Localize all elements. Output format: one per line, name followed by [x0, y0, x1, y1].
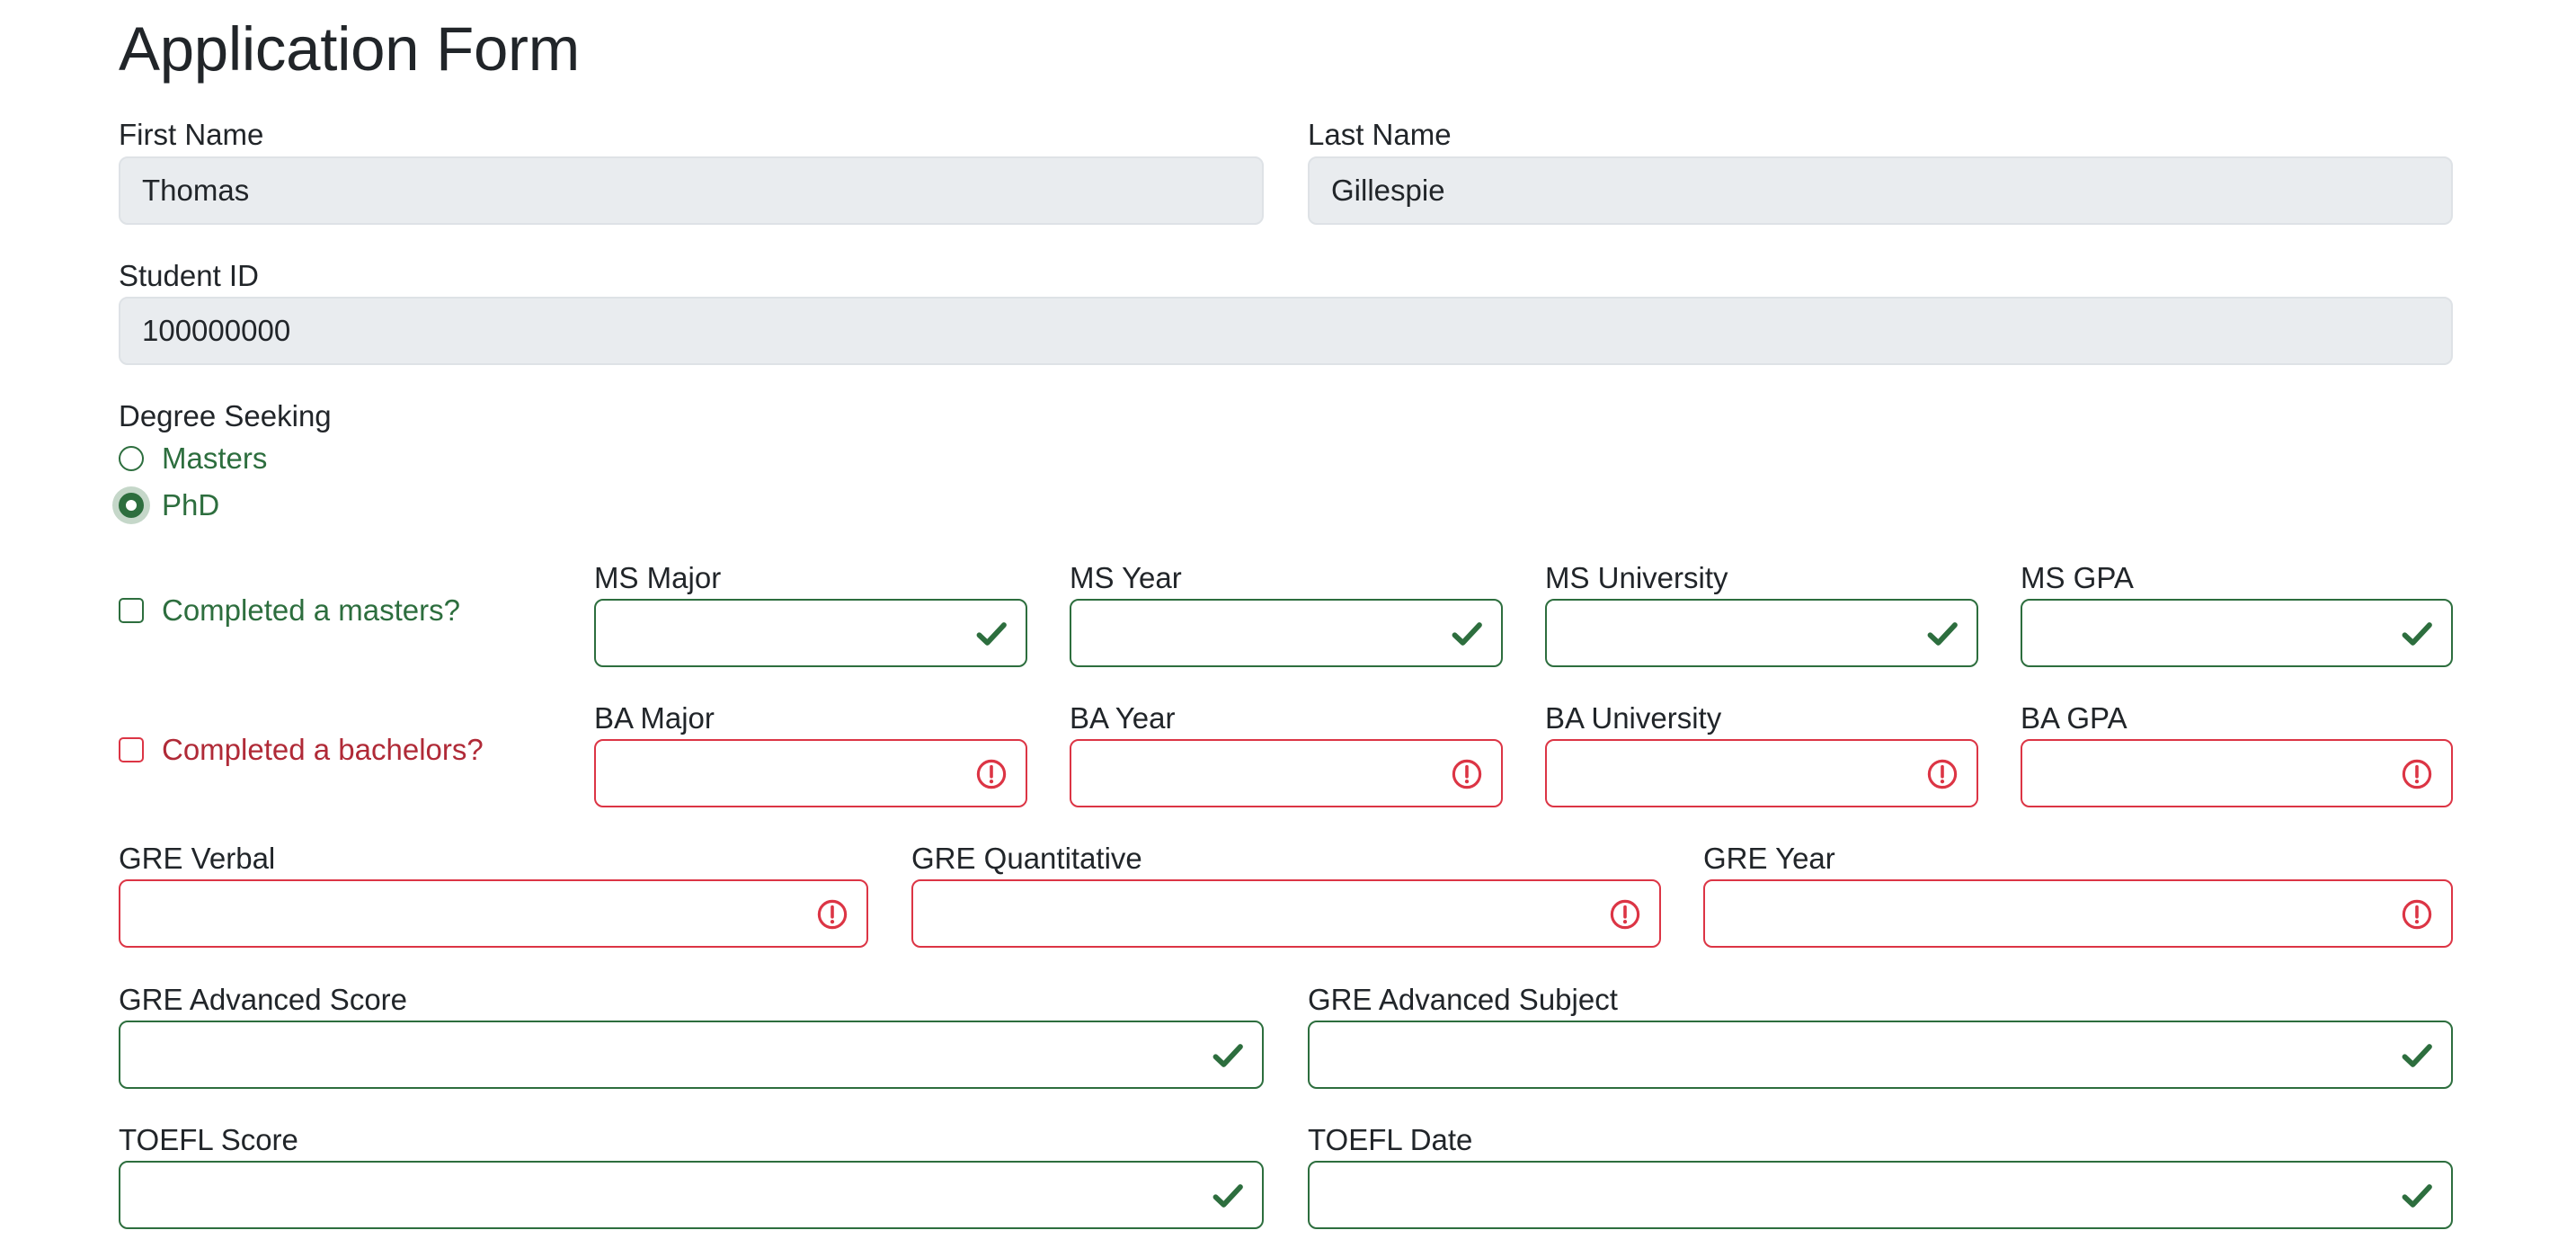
gre-year-label: GRE Year [1703, 842, 1835, 875]
exclamation-circle-icon [1926, 758, 1959, 790]
toefl-date-label: TOEFL Date [1308, 1123, 1473, 1156]
ba-university-input[interactable] [1545, 739, 1978, 807]
gre-quantitative-input[interactable] [911, 879, 1661, 948]
student-id-label: Student ID [119, 259, 259, 292]
gre-advanced-subject-label: GRE Advanced Subject [1308, 983, 1618, 1016]
page-title: Application Form [119, 14, 580, 84]
first-name-label: First Name [119, 118, 264, 151]
toefl-score-input[interactable] [119, 1161, 1264, 1229]
exclamation-circle-icon [2401, 758, 2433, 790]
check-icon [975, 618, 1008, 650]
ba-year-label: BA Year [1070, 701, 1176, 735]
exclamation-circle-icon [975, 758, 1008, 790]
masters-radio[interactable] [119, 446, 144, 471]
gre-advanced-score-label: GRE Advanced Score [119, 983, 408, 1016]
exclamation-circle-icon [1451, 758, 1483, 790]
ba-major-input[interactable] [594, 739, 1027, 807]
ms-gpa-label: MS GPA [2021, 561, 2134, 594]
exclamation-circle-icon [1609, 898, 1641, 931]
gre-advanced-score-input[interactable] [119, 1021, 1264, 1089]
check-icon [1451, 618, 1483, 650]
toefl-date-input[interactable] [1308, 1161, 2453, 1229]
check-icon [2401, 1039, 2433, 1072]
phd-radio-label: PhD [162, 488, 220, 522]
ms-major-input[interactable] [594, 599, 1027, 667]
gre-quantitative-label: GRE Quantitative [911, 842, 1142, 875]
last-name-field[interactable]: Gillespie [1308, 156, 2453, 225]
completed-bachelors-checkbox[interactable] [119, 737, 144, 762]
toefl-score-label: TOEFL Score [119, 1123, 298, 1156]
masters-radio-label: Masters [162, 441, 268, 475]
completed-bachelors-label: Completed a bachelors? [162, 733, 484, 766]
check-icon [1926, 618, 1959, 650]
check-icon [1212, 1039, 1244, 1072]
gre-verbal-label: GRE Verbal [119, 842, 276, 875]
ms-year-label: MS Year [1070, 561, 1182, 594]
gre-verbal-input[interactable] [119, 879, 868, 948]
ms-major-label: MS Major [594, 561, 722, 594]
degree-seeking-label: Degree Seeking [119, 399, 332, 432]
exclamation-circle-icon [816, 898, 848, 931]
completed-masters-checkbox[interactable] [119, 598, 144, 623]
ba-gpa-label: BA GPA [2021, 701, 2127, 735]
ms-year-input[interactable] [1070, 599, 1503, 667]
gre-advanced-subject-input[interactable] [1308, 1021, 2453, 1089]
ba-university-label: BA University [1545, 701, 1722, 735]
exclamation-circle-icon [2401, 898, 2433, 931]
gre-year-input[interactable] [1703, 879, 2453, 948]
first-name-field[interactable]: Thomas [119, 156, 1264, 225]
completed-masters-label: Completed a masters? [162, 593, 460, 627]
ms-gpa-input[interactable] [2021, 599, 2453, 667]
ba-year-input[interactable] [1070, 739, 1503, 807]
phd-radio[interactable] [119, 493, 144, 518]
check-icon [1212, 1180, 1244, 1212]
check-icon [2401, 618, 2433, 650]
ba-gpa-input[interactable] [2021, 739, 2453, 807]
application-form: Application Form First Name Thomas Last … [0, 0, 2576, 1257]
ms-university-label: MS University [1545, 561, 1728, 594]
student-id-field[interactable]: 100000000 [119, 297, 2453, 365]
check-icon [2401, 1180, 2433, 1212]
ms-university-input[interactable] [1545, 599, 1978, 667]
last-name-label: Last Name [1308, 118, 1452, 151]
ba-major-label: BA Major [594, 701, 715, 735]
